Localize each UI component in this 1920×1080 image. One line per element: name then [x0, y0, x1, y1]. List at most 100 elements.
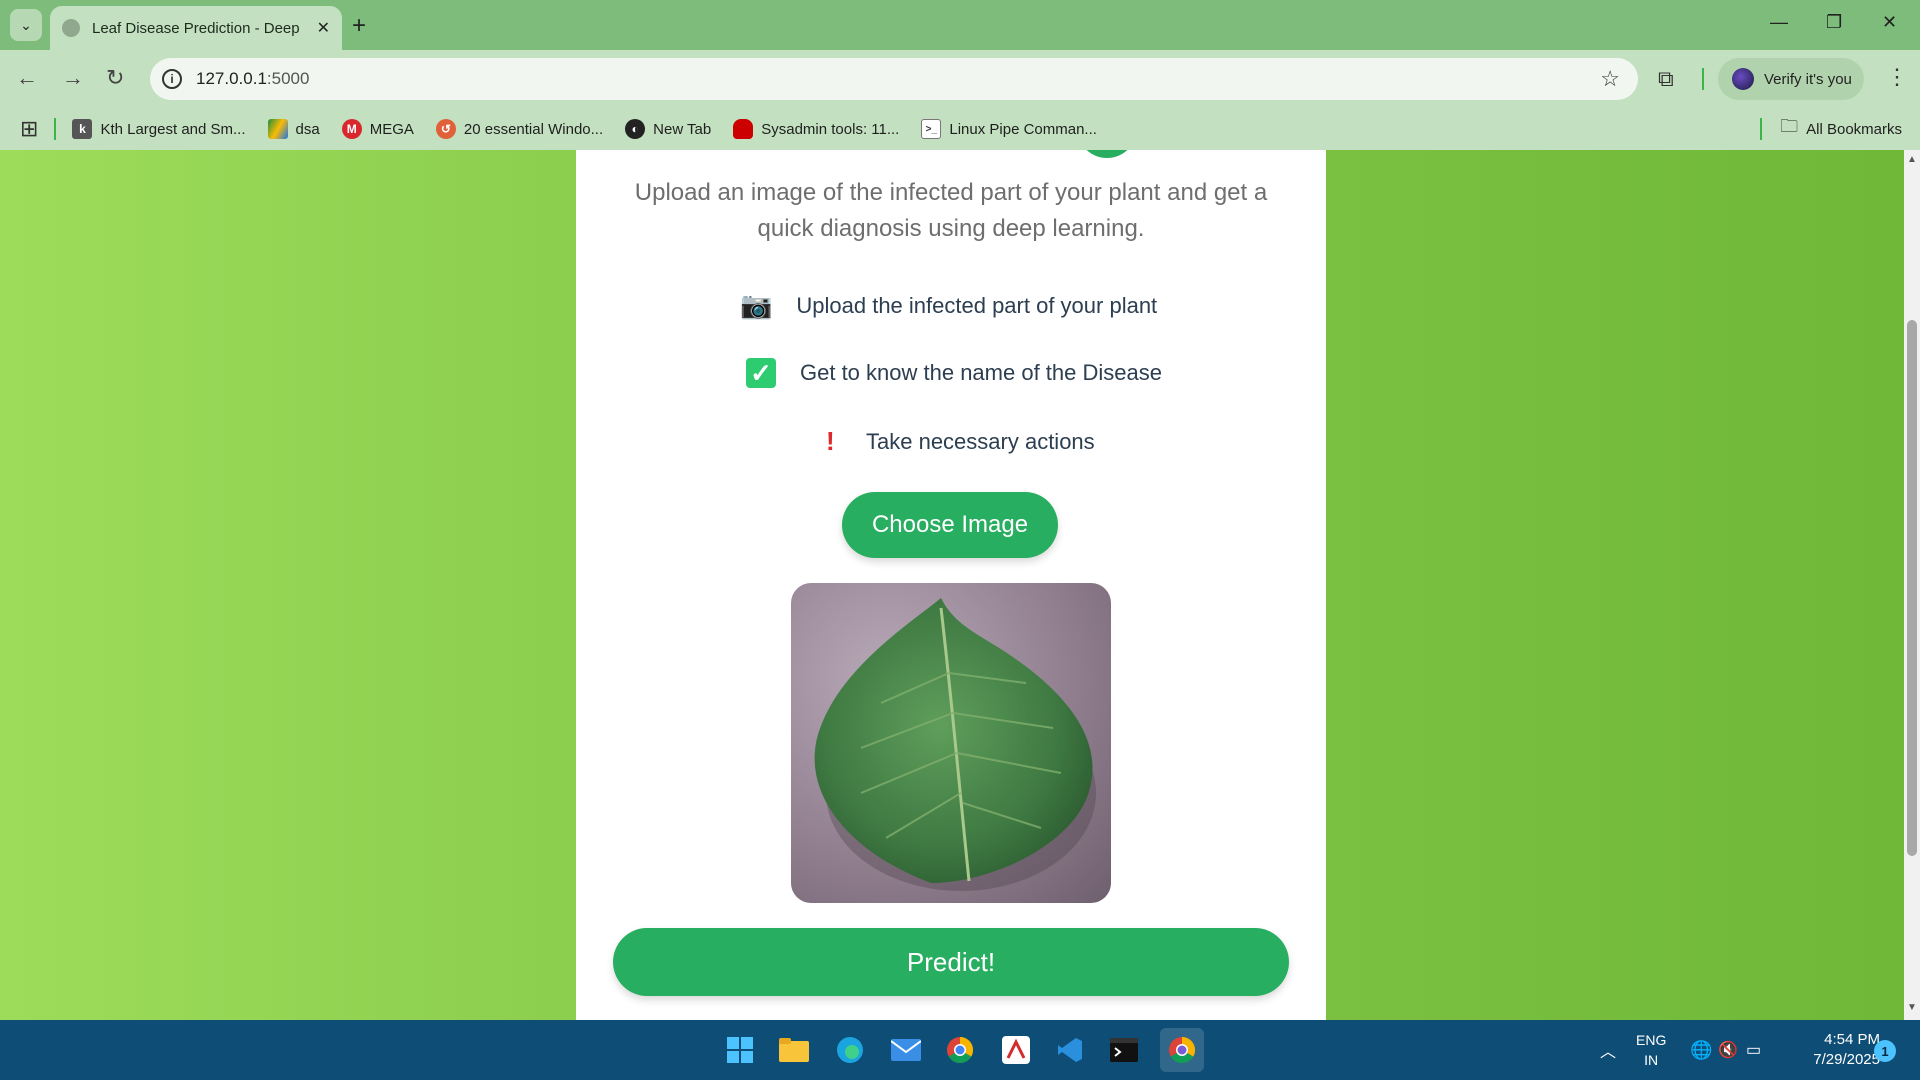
main-card: Upload an image of the infected part of … [576, 150, 1326, 1020]
chrome-icon[interactable] [942, 1032, 978, 1068]
close-tab-icon[interactable]: ✕ [317, 18, 330, 38]
clock[interactable]: 4:54 PM 7/29/2025 [1780, 1030, 1880, 1070]
redhat-icon [733, 119, 754, 139]
file-explorer-icon[interactable] [776, 1032, 812, 1068]
tab-search-button[interactable]: ⌄ [10, 9, 42, 41]
taskbar: ︿ ENG IN 🌐 🔇 ▭ 4:54 PM 7/29/2025 1 [0, 1020, 1920, 1080]
bookmark-item[interactable]: >_ Linux Pipe Comman... [921, 119, 1097, 139]
all-bookmarks-label: All Bookmarks [1806, 120, 1902, 138]
forward-icon[interactable]: → [62, 65, 84, 91]
bookmark-item[interactable]: ◐ New Tab [625, 119, 711, 139]
chevron-up-icon[interactable]: ︿ [1600, 1020, 1616, 1080]
bookmark-label: Linux Pipe Comman... [949, 120, 1097, 138]
divider [1702, 68, 1704, 90]
vscode-icon[interactable] [1052, 1032, 1088, 1068]
bookmark-label: 20 essential Windo... [463, 120, 604, 138]
globe-icon [62, 19, 80, 37]
new-tab-button[interactable]: + [352, 12, 366, 40]
chrome-active-icon[interactable] [1160, 1028, 1204, 1072]
bookmark-item[interactable]: Sysadmin tools: 11... [733, 119, 899, 139]
menu-icon[interactable]: ⋮ [1886, 64, 1908, 90]
feature-text: Take necessary actions [866, 428, 1095, 454]
camera-icon: 📷 [740, 290, 773, 320]
terminal-icon[interactable] [1106, 1032, 1142, 1068]
choose-image-button[interactable]: Choose Image [842, 492, 1058, 558]
divider [54, 118, 57, 140]
network-icon[interactable]: 🌐 [1690, 1020, 1712, 1080]
verify-label: Verify it's you [1764, 70, 1852, 88]
edge-shape [837, 1037, 863, 1063]
folder-icon: 🗀 [1780, 116, 1799, 136]
lang-region: IN [1644, 1052, 1659, 1068]
globe-icon: ◐ [625, 119, 646, 139]
mega-icon: M [341, 119, 362, 139]
app-icon[interactable] [998, 1032, 1034, 1068]
page-subtitle: Upload an image of the infected part of … [634, 179, 1268, 242]
bookmark-item[interactable]: M MEGA [341, 119, 414, 139]
terminal-shape [1110, 1038, 1138, 1062]
site-info-icon[interactable]: i [162, 69, 182, 89]
predict-button[interactable]: Predict! [613, 928, 1289, 996]
feature-upload: 📷 Upload the infected part of your plant [740, 290, 1157, 321]
divider [1760, 118, 1763, 140]
check-icon: ✓ [746, 358, 776, 388]
clock-time: 4:54 PM [1824, 1031, 1880, 1048]
page-viewport: Upload an image of the infected part of … [0, 150, 1904, 1020]
back-icon[interactable]: ← [16, 65, 38, 91]
extensions-icon[interactable]: ⧉ [1658, 66, 1674, 92]
drive-icon [267, 119, 288, 139]
language-indicator[interactable]: ENG IN [1636, 1030, 1666, 1070]
feature-know-disease: ✓ Get to know the name of the Disease [746, 358, 1162, 388]
reload-icon[interactable]: ↻ [106, 65, 124, 91]
title-fragment [1077, 150, 1137, 158]
uploaded-leaf-image [791, 583, 1111, 903]
windows-start-icon[interactable] [722, 1032, 758, 1068]
bookmark-label: New Tab [653, 120, 712, 138]
url-port: :5000 [266, 69, 310, 88]
battery-icon[interactable]: ▭ [1746, 1020, 1761, 1080]
notification-badge[interactable]: 1 [1874, 1040, 1896, 1062]
envelope-shape [891, 1039, 921, 1061]
chrome-shape [1169, 1036, 1196, 1064]
vscode-shape [1058, 1038, 1082, 1062]
avatar [1732, 68, 1754, 90]
feature-text: Upload the infected part of your plant [796, 292, 1158, 318]
url-text: 127.0.0.1:5000 [196, 69, 309, 89]
bookmark-label: dsa [295, 120, 320, 138]
scroll-down-icon[interactable]: ▼ [1907, 1002, 1917, 1013]
site-icon: ↺ [435, 119, 456, 139]
folder-shape [779, 1038, 809, 1062]
edge-icon[interactable] [832, 1032, 868, 1068]
bookmark-item[interactable]: ↺ 20 essential Windo... [435, 119, 604, 139]
exclamation-icon: ! [826, 426, 835, 456]
bookmarks-bar: ⊞ k Kth Largest and Sm... dsa M MEGA ↺ 2… [0, 108, 1920, 150]
all-bookmarks[interactable]: 🗀 All Bookmarks [1760, 108, 1902, 150]
bookmark-item[interactable]: dsa [267, 119, 320, 139]
browser-tab[interactable]: Leaf Disease Prediction - Deep Learning … [50, 6, 342, 50]
mail-icon[interactable] [888, 1032, 924, 1068]
chrome-shape [947, 1036, 974, 1064]
vertical-scrollbar[interactable]: ▲ ▼ [1904, 150, 1920, 1020]
feature-actions: ! Take necessary actions [826, 426, 1095, 457]
site-icon: k [72, 119, 93, 139]
lang-code: ENG [1636, 1032, 1667, 1048]
bookmark-item[interactable]: k Kth Largest and Sm... [72, 119, 246, 139]
apps-icon[interactable]: ⊞ [20, 116, 38, 142]
url-host: 127.0.0.1 [196, 69, 267, 88]
tab-strip: ⌄ Leaf Disease Prediction - Deep Learnin… [0, 0, 1920, 50]
bookmark-label: MEGA [369, 120, 414, 138]
tab-title: Leaf Disease Prediction - Deep Learning [92, 19, 302, 37]
scroll-up-icon[interactable]: ▲ [1907, 154, 1917, 165]
bookmark-label: Kth Largest and Sm... [100, 120, 246, 138]
address-bar[interactable]: i 127.0.0.1:5000 ☆ [150, 58, 1638, 100]
minimize-icon[interactable]: — [1770, 12, 1788, 33]
chevron-down-icon: ⌄ [20, 16, 32, 33]
speaker-muted-icon[interactable]: 🔇 [1718, 1020, 1738, 1080]
scrollbar-thumb[interactable] [1907, 320, 1917, 856]
close-window-icon[interactable]: ✕ [1882, 12, 1897, 33]
profile-button[interactable]: Verify it's you [1718, 58, 1864, 100]
clock-date: 7/29/2025 [1813, 1051, 1880, 1068]
feature-text: Get to know the name of the Disease [800, 360, 1162, 385]
bookmark-star-icon[interactable]: ☆ [1600, 66, 1620, 92]
restore-icon[interactable]: ❐ [1826, 12, 1842, 33]
